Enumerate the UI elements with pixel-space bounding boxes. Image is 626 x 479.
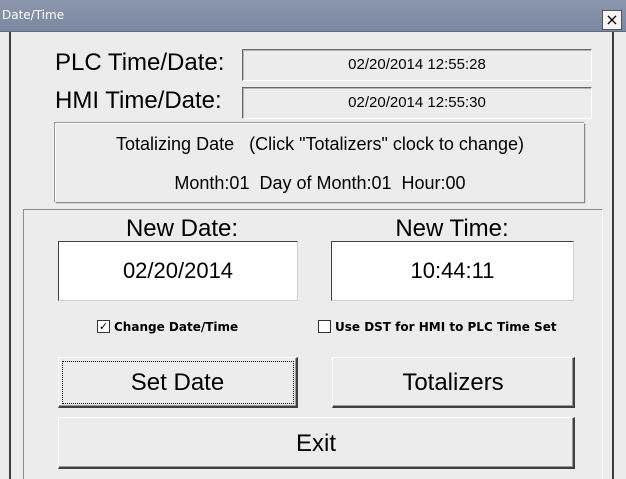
plc-time-date-field: 02/20/2014 12:55:28 [242,49,592,81]
date-time-dialog: Date/Time × PLC Time/Date: 02/20/2014 12… [0,0,626,479]
change-date-time-checkbox[interactable]: ✓ [97,320,110,333]
use-dst-checkbox[interactable] [318,320,331,333]
plc-time-date-label: PLC Time/Date: [55,49,225,76]
new-time-input[interactable]: 10:44:11 [331,241,574,301]
new-time-label: New Time: [395,215,509,242]
totalizing-date-values: Month:01 Day of Month:01 Hour:00 [174,173,466,193]
exit-button[interactable]: Exit [58,417,575,469]
change-date-time-label[interactable]: Change Date/Time [114,320,238,334]
window-right-border [612,32,614,479]
set-date-button[interactable]: Set Date [58,357,298,408]
totalizers-button[interactable]: Totalizers [332,357,575,408]
totalizing-date-heading: Totalizing Date (Click "Totalizers" cloc… [116,134,524,154]
new-date-input[interactable]: 02/20/2014 [58,241,298,301]
use-dst-label[interactable]: Use DST for HMI to PLC Time Set [335,320,557,334]
hmi-time-date-label: HMI Time/Date: [55,87,222,114]
window-title: Date/Time [2,8,65,22]
new-date-label: New Date: [125,215,239,242]
close-icon[interactable]: × [602,10,622,30]
hmi-time-date-field: 02/20/2014 12:55:30 [242,87,592,119]
title-bar[interactable]: Date/Time [0,0,626,32]
window-left-border [9,32,11,479]
